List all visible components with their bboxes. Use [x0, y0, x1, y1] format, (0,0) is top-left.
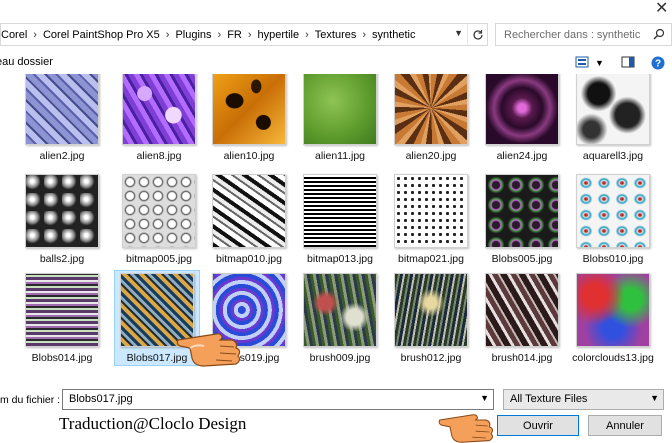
chevron-right-icon: › [247, 28, 252, 41]
chevron-down-icon[interactable]: ▼ [454, 28, 463, 38]
open-button[interactable]: Ouvrir [497, 415, 579, 436]
thumbnail-image [576, 174, 650, 248]
file-name: brush009.jpg [309, 352, 371, 364]
thumbnail-image [212, 174, 286, 248]
thumbnail-image [303, 74, 377, 145]
file-name: alien24.jpg [496, 150, 548, 162]
file-name: Blobs010.jpg [582, 253, 644, 265]
file-item[interactable]: bitmap021.jpg [388, 174, 474, 265]
close-icon[interactable]: ✕ [655, 0, 668, 17]
file-item[interactable]: alien10.jpg [206, 74, 292, 162]
file-item[interactable]: colorclouds13.jpg [570, 273, 656, 364]
chevron-down-icon[interactable]: ▼ [480, 393, 489, 403]
thumbnail-image [303, 273, 377, 347]
file-name: bitmap021.jpg [398, 253, 464, 265]
file-item[interactable]: bitmap005.jpg [116, 174, 202, 265]
address-bar[interactable]: Corel › Corel PaintShop Pro X5 › Plugins… [0, 23, 488, 46]
file-item[interactable]: brush009.jpg [297, 273, 383, 364]
file-item[interactable]: brush014.jpg [479, 273, 565, 364]
file-name: alien8.jpg [136, 150, 182, 162]
refresh-icon[interactable] [467, 24, 487, 45]
chevron-down-icon[interactable]: ▼ [650, 393, 659, 403]
file-item[interactable]: alien8.jpg [116, 74, 202, 162]
svg-text:?: ? [655, 59, 661, 70]
breadcrumb-fr[interactable]: FR [227, 29, 242, 41]
file-name: bitmap013.jpg [307, 253, 373, 265]
thumbnail-image [485, 273, 559, 347]
chevron-right-icon: › [305, 28, 309, 41]
chevron-right-icon: › [217, 28, 222, 41]
thumbnail-image [212, 74, 286, 145]
file-type-value: All Texture Files [510, 393, 588, 405]
file-grid[interactable]: alien2.jpg alien8.jpg alien10.jpg alien1… [0, 74, 672, 380]
thumbnail-image [485, 74, 559, 145]
file-type-select[interactable]: All Texture Files ▼ [503, 389, 664, 410]
thumbnail-image [576, 74, 650, 145]
thumbnail-image [394, 74, 468, 145]
thumbnail-image [394, 174, 468, 248]
thumbnail-image [303, 174, 377, 248]
pointing-hand-icon [438, 414, 494, 443]
file-item[interactable]: alien24.jpg [479, 74, 565, 162]
file-item[interactable]: brush012.jpg [388, 273, 474, 364]
toolbar: eau dossier ▼ ? [0, 52, 672, 74]
search-input[interactable]: Rechercher dans : synthetic [495, 23, 672, 46]
search-placeholder: Rechercher dans : synthetic [504, 28, 641, 41]
file-item[interactable]: alien20.jpg [388, 74, 474, 162]
thumbnail-image [25, 174, 99, 248]
file-name: alien11.jpg [314, 150, 365, 162]
file-name: Blobs005.jpg [491, 253, 553, 265]
file-item[interactable]: Blobs010.jpg [570, 174, 656, 265]
file-name: colorclouds13.jpg [572, 352, 654, 364]
file-item[interactable]: alien11.jpg [297, 74, 383, 162]
chevron-down-icon[interactable]: ▼ [595, 58, 604, 68]
file-name: alien2.jpg [39, 150, 85, 162]
search-icon[interactable] [653, 28, 665, 43]
breadcrumb-hypertile[interactable]: hypertile [258, 29, 300, 41]
chevron-right-icon: › [33, 28, 37, 41]
thumbnail-image [394, 273, 468, 347]
thumbnail-image [25, 74, 99, 145]
cancel-button[interactable]: Annuler [588, 415, 662, 436]
file-name: brush012.jpg [400, 352, 462, 364]
file-name: bitmap010.jpg [216, 253, 282, 265]
watermark-text: Traduction@Cloclo Design [59, 414, 247, 433]
filename-input[interactable]: Blobs017.jpg ▼ [62, 389, 494, 410]
filename-label: m du fichier : [0, 394, 61, 406]
thumbnail-image [576, 273, 650, 347]
file-item[interactable]: bitmap010.jpg [206, 174, 292, 265]
file-name: Blobs014.jpg [31, 352, 93, 364]
file-name: balls2.jpg [39, 253, 85, 265]
file-item[interactable]: Blobs014.jpg [19, 273, 105, 364]
file-item[interactable]: balls2.jpg [19, 174, 105, 265]
chevron-right-icon: › [165, 28, 170, 41]
breadcrumb-corel[interactable]: Corel [1, 29, 27, 41]
thumbnail-image [122, 74, 196, 145]
view-options-icon[interactable] [575, 56, 589, 71]
file-name: brush014.jpg [491, 352, 553, 364]
thumbnail-image [122, 174, 196, 248]
pointing-hand-icon [176, 333, 241, 367]
breadcrumb: Corel › Corel PaintShop Pro X5 › Plugins… [1, 24, 415, 45]
file-name: bitmap005.jpg [126, 253, 192, 265]
breadcrumb-textures[interactable]: Textures [315, 29, 357, 41]
filename-value: Blobs017.jpg [69, 393, 133, 405]
breadcrumb-synthetic[interactable]: synthetic [372, 29, 415, 41]
file-item[interactable]: Blobs005.jpg [479, 174, 565, 265]
chevron-right-icon: › [362, 28, 367, 41]
breadcrumb-plugins[interactable]: Plugins [175, 29, 211, 41]
new-folder-button[interactable]: eau dossier [0, 56, 53, 68]
file-name: alien10.jpg [223, 150, 275, 162]
breadcrumb-paintshop[interactable]: Corel PaintShop Pro X5 [43, 29, 160, 41]
file-name: alien20.jpg [405, 150, 457, 162]
thumbnail-image [485, 174, 559, 248]
file-item[interactable]: alien2.jpg [19, 74, 105, 162]
preview-pane-icon[interactable] [621, 56, 635, 71]
help-icon[interactable]: ? [651, 56, 665, 73]
file-item[interactable]: aquarell3.jpg [570, 74, 656, 162]
file-name: aquarell3.jpg [582, 150, 644, 162]
thumbnail-image [25, 273, 99, 347]
file-item[interactable]: bitmap013.jpg [297, 174, 383, 265]
